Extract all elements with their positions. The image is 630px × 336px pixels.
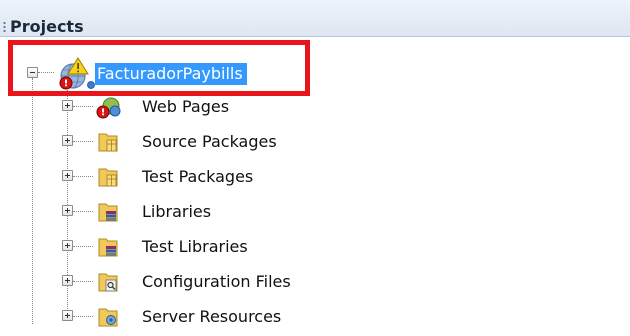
tree-connector-line: [73, 246, 93, 247]
expand-toggle-icon[interactable]: [62, 275, 73, 286]
tree-node-label[interactable]: Configuration Files: [142, 272, 291, 292]
tree-connector-line: [73, 141, 93, 142]
configuration-files-icon: [98, 273, 118, 292]
tree-connector-line: [73, 211, 93, 212]
tree-node-label[interactable]: Libraries: [142, 202, 211, 222]
highlight-box: [8, 40, 310, 96]
expand-toggle-icon[interactable]: [62, 100, 73, 111]
tree-node-label[interactable]: Server Resources: [142, 307, 281, 327]
tree-connector-line: [73, 176, 93, 177]
tree-node-label[interactable]: Web Pages: [142, 97, 229, 117]
expand-toggle-icon[interactable]: [62, 205, 73, 216]
expand-toggle-icon[interactable]: [62, 240, 73, 251]
tree-connector-line: [73, 316, 93, 317]
tree-connector-line: [73, 106, 93, 107]
tree-connector-line: [32, 78, 33, 324]
web-pages-icon: [96, 97, 121, 119]
expand-toggle-icon[interactable]: [62, 170, 73, 181]
project-tree: FacturadorPaybills Web Pages Source Pack…: [0, 0, 630, 336]
expand-toggle-icon[interactable]: [62, 310, 73, 321]
tree-node-label[interactable]: Source Packages: [142, 132, 277, 152]
expand-toggle-icon[interactable]: [62, 135, 73, 146]
tree-node-label[interactable]: Test Packages: [142, 167, 253, 187]
server-resources-icon: [98, 308, 118, 327]
tree-connector-line: [73, 281, 93, 282]
tree-node-label[interactable]: Test Libraries: [142, 237, 248, 257]
libraries-icon: [98, 203, 118, 222]
source-packages-icon: [98, 133, 118, 152]
test-libraries-icon: [98, 238, 118, 257]
test-packages-icon: [98, 168, 118, 187]
